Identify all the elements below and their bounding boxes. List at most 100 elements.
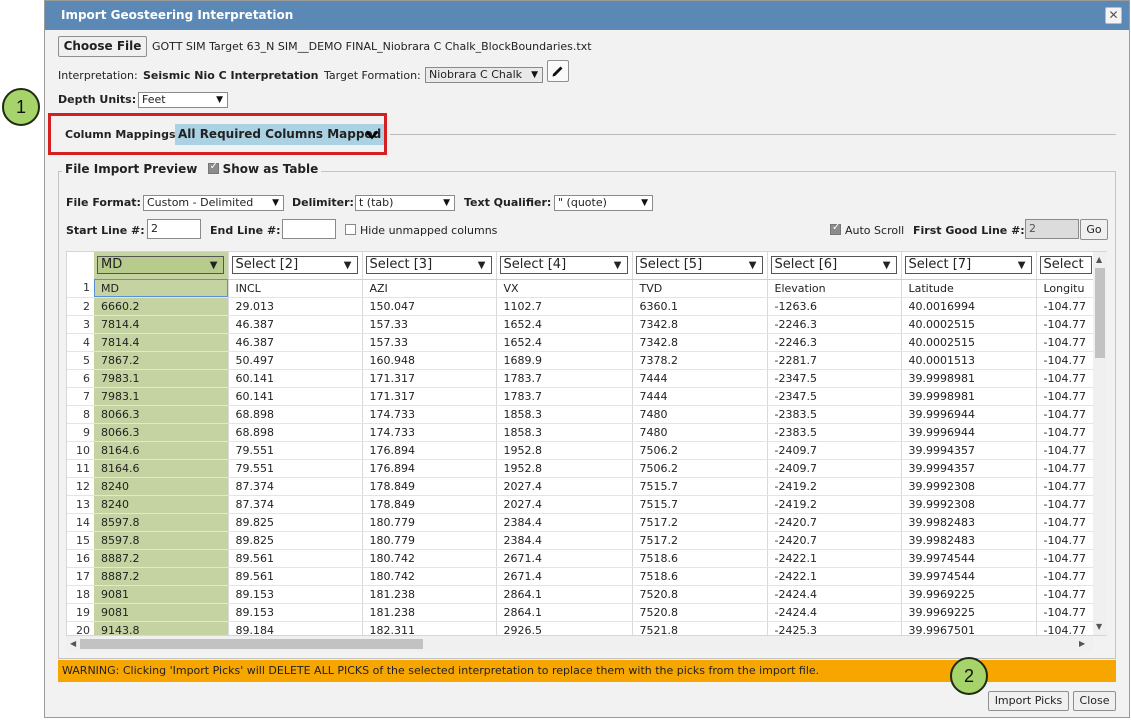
table-row[interactable]: 1 MD INCL AZI VX TVD Elevation Latitude Longitu: [67, 279, 1097, 298]
column-mapping-select[interactable]: MD ▼: [97, 256, 224, 275]
file-format-label: File Format:: [66, 196, 141, 209]
vertical-scrollbar[interactable]: ▲ ▼: [1093, 252, 1107, 635]
table-row[interactable]: 4 7814.4 46.387 157.33 1652.4 7342.8 -2246.3 40…: [67, 333, 1097, 352]
table-cell: 7515.7: [632, 477, 768, 496]
column-header-cell: Select [7] ▼: [901, 252, 1037, 280]
column-mapping-select[interactable]: Select [6] ▼: [770, 256, 897, 275]
table-row[interactable]: 17 8887.2 89.561 180.742 2671.4 7518.6 -2422.1…: [67, 567, 1097, 586]
column-mapping-value: MD: [101, 257, 123, 273]
show-as-table-checkbox[interactable]: [207, 161, 219, 174]
show-as-table-toggle[interactable]: Show as Table: [207, 161, 318, 176]
scroll-left-icon[interactable]: ◀: [70, 639, 76, 648]
table-cell: 7521.8: [632, 621, 768, 635]
import-picks-button[interactable]: Import Picks: [988, 691, 1069, 711]
table-cell: -104.77: [1036, 387, 1097, 406]
end-line-input[interactable]: [282, 219, 336, 239]
column-mapping-select[interactable]: Select [3] ▼: [365, 256, 492, 275]
hide-unmapped-label: Hide unmapped columns: [360, 224, 498, 237]
table-cell: 89.561: [228, 549, 363, 568]
table-row[interactable]: 15 8597.8 89.825 180.779 2384.4 7517.2 -2420.7…: [67, 531, 1097, 550]
horizontal-scroll-thumb[interactable]: [80, 639, 423, 649]
scroll-right-icon[interactable]: ▶: [1079, 639, 1085, 648]
scroll-up-icon[interactable]: ▲: [1096, 255, 1102, 264]
table-cell: 171.317: [362, 387, 497, 406]
table-cell: 40.0002515: [901, 315, 1037, 334]
table-cell: -2409.7: [767, 441, 902, 460]
chevron-down-icon[interactable]: [365, 130, 379, 140]
column-header-cell: Select [6] ▼: [767, 252, 902, 280]
table-row[interactable]: 13 8240 87.374 178.849 2027.4 7515.7 -2419.2 39…: [67, 495, 1097, 514]
table-row[interactable]: 2 6660.2 29.013 150.047 1102.7 6360.1 -1263.6 4…: [67, 297, 1097, 316]
edit-formation-button[interactable]: [547, 60, 569, 82]
table-cell: -2281.7: [767, 351, 902, 370]
table-cell: 7518.6: [632, 567, 768, 586]
auto-scroll-toggle[interactable]: Auto Scroll: [830, 222, 904, 237]
choose-file-button[interactable]: Choose File: [58, 36, 147, 57]
go-button[interactable]: Go: [1080, 219, 1108, 240]
table-cell: -104.77: [1036, 441, 1097, 460]
table-row[interactable]: 18 9081 89.153 181.238 2864.1 7520.8 -2424.4 39…: [67, 585, 1097, 604]
delimiter-select[interactable]: t (tab) ▼: [355, 195, 455, 211]
column-mapping-select[interactable]: Select [2] ▼: [231, 256, 358, 275]
preview-grid[interactable]: MD ▼ Select [2] ▼ Select [3] ▼ Select [4] ▼ Sele…: [66, 251, 1107, 636]
scroll-down-icon[interactable]: ▼: [1096, 622, 1102, 631]
table-cell: 178.849: [362, 477, 497, 496]
depth-units-label: Depth Units:: [58, 93, 137, 106]
table-cell: 7983.1: [94, 387, 229, 406]
column-mapping-select[interactable]: Select [7] ▼: [904, 256, 1032, 275]
table-cell: 89.825: [228, 513, 363, 532]
column-mappings-status: All Required Columns Mapped: [175, 124, 385, 145]
start-line-input[interactable]: 2: [147, 219, 201, 239]
file-format-select[interactable]: Custom - Delimited ▼: [143, 195, 284, 211]
table-row[interactable]: 5 7867.2 50.497 160.948 1689.9 7378.2 -2281.7 4…: [67, 351, 1097, 370]
file-format-value: Custom - Delimited: [147, 196, 254, 209]
table-cell: 2864.1: [496, 603, 633, 622]
target-formation-select[interactable]: Niobrara C Chalk ▼: [425, 67, 543, 83]
target-formation-label: Target Formation:: [324, 69, 421, 82]
depth-units-select[interactable]: Feet ▼: [138, 92, 228, 108]
table-cell: 2384.4: [496, 531, 633, 550]
table-cell: 7814.4: [94, 333, 229, 352]
first-good-line-input: 2: [1025, 219, 1079, 239]
table-row[interactable]: 9 8066.3 68.898 174.733 1858.3 7480 -2383.5 39.…: [67, 423, 1097, 442]
table-row[interactable]: 20 9143.8 89.184 182.311 2926.5 7521.8 -2425.3…: [67, 621, 1097, 635]
table-row[interactable]: 11 8164.6 79.551 176.894 1952.8 7506.2 -2409.7…: [67, 459, 1097, 478]
table-row[interactable]: 16 8887.2 89.561 180.742 2671.4 7518.6 -2422.1…: [67, 549, 1097, 568]
table-cell: 79.551: [228, 441, 363, 460]
column-mapping-select[interactable]: Select [5] ▼: [635, 256, 763, 275]
table-cell: -104.77: [1036, 495, 1097, 514]
close-icon[interactable]: ✕: [1105, 7, 1122, 24]
table-cell: 181.238: [362, 585, 497, 604]
text-qualifier-select[interactable]: " (quote) ▼: [554, 195, 653, 211]
table-cell: 1858.3: [496, 405, 633, 424]
table-row[interactable]: 12 8240 87.374 178.849 2027.4 7515.7 -2419.2 39…: [67, 477, 1097, 496]
table-cell: 2671.4: [496, 567, 633, 586]
table-cell: 7378.2: [632, 351, 768, 370]
table-row[interactable]: 7 7983.1 60.141 171.317 1783.7 7444 -2347.5 39.…: [67, 387, 1097, 406]
table-cell: 40.0002515: [901, 333, 1037, 352]
table-cell: 40.0001513: [901, 351, 1037, 370]
table-cell: 1652.4: [496, 333, 633, 352]
table-row[interactable]: 14 8597.8 89.825 180.779 2384.4 7517.2 -2420.7…: [67, 513, 1097, 532]
table-cell: -104.77: [1036, 621, 1097, 635]
table-row[interactable]: 6 7983.1 60.141 171.317 1783.7 7444 -2347.5 39.…: [67, 369, 1097, 388]
vertical-scroll-thumb[interactable]: [1095, 268, 1105, 358]
column-mapping-select[interactable]: Select [4] ▼: [499, 256, 628, 275]
hide-unmapped-checkbox[interactable]: [345, 224, 356, 235]
table-row[interactable]: 10 8164.6 79.551 176.894 1952.8 7506.2 -2409.7…: [67, 441, 1097, 460]
row-number: 13: [67, 495, 94, 514]
table-cell: 1858.3: [496, 423, 633, 442]
dialog-title: Import Geosteering Interpretation: [61, 8, 294, 22]
column-mappings-label: Column Mappings: [65, 128, 176, 141]
column-mapping-select[interactable]: Select: [1039, 256, 1092, 275]
table-row[interactable]: 3 7814.4 46.387 157.33 1652.4 7342.8 -2246.3 40…: [67, 315, 1097, 334]
horizontal-scrollbar[interactable]: ◀ ▶: [66, 636, 1093, 652]
table-row[interactable]: 8 8066.3 68.898 174.733 1858.3 7480 -2383.5 39.…: [67, 405, 1097, 424]
hide-unmapped-toggle[interactable]: Hide unmapped columns: [345, 224, 497, 237]
auto-scroll-checkbox[interactable]: [830, 222, 841, 235]
close-button[interactable]: Close: [1073, 691, 1116, 711]
column-mapping-value: Select [7]: [908, 257, 972, 273]
table-cell: 89.184: [228, 621, 363, 635]
table-row[interactable]: 19 9081 89.153 181.238 2864.1 7520.8 -2424.4 39…: [67, 603, 1097, 622]
table-cell: -2409.7: [767, 459, 902, 478]
